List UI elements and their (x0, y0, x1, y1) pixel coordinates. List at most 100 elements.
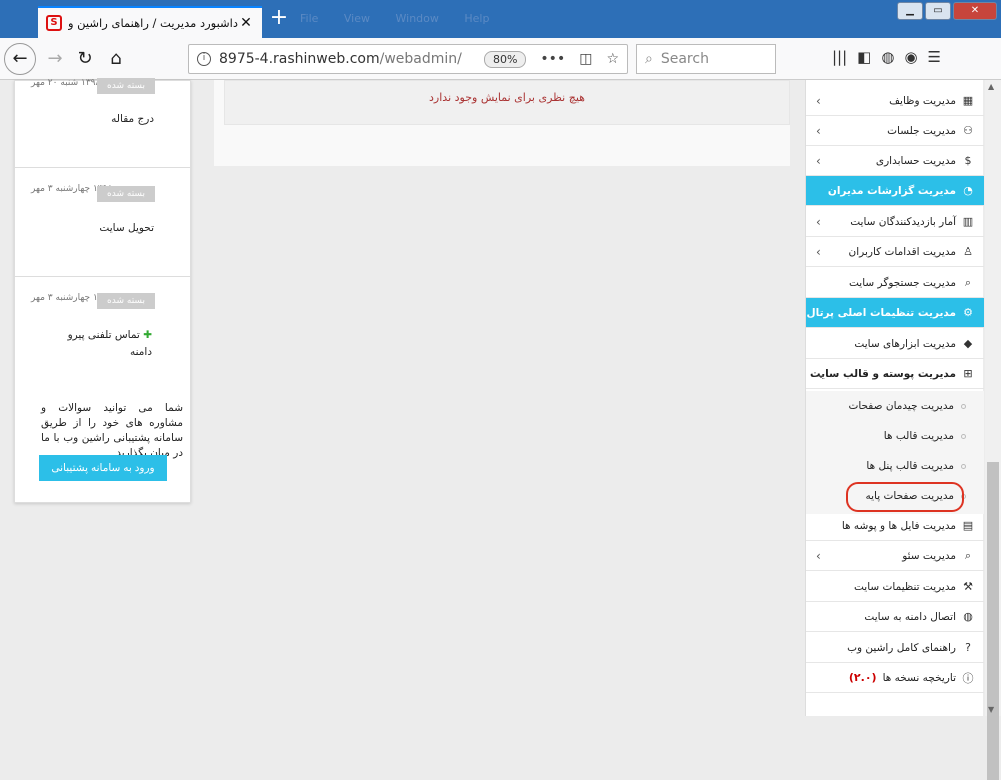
url-text: 8975-4.rashinweb.com/webadmin/ (219, 51, 476, 67)
sidebar-item-label: مدیریت تنظیمات سایت (853, 580, 956, 593)
support-login-button[interactable]: ورود به سامانه پشتیبانی (39, 455, 167, 481)
chevron-left-icon: ‹ (816, 123, 821, 138)
chevron-left-icon: ‹ (816, 153, 821, 168)
list-item[interactable]: ۱۳۹۸ چهارشنبه ۳ مهر بسته شده تحویل سایت (15, 168, 190, 277)
scrollbar-thumb[interactable] (987, 462, 999, 780)
sidebar-item-label: مدیریت اقدامات کاربران (848, 245, 956, 258)
sidebar-item-site-tools[interactable]: مدیریت ابزارهای سایت ◆ (806, 329, 984, 359)
sidebar-item-label: مدیریت ابزارهای سایت (854, 337, 956, 350)
close-window-button[interactable]: ✕ (953, 2, 997, 20)
tab-title: داشبورد مدیریت / راهنمای راشین وب (68, 16, 238, 30)
tab-close-icon[interactable]: ✕ (238, 15, 254, 31)
reload-button[interactable]: ↻ (72, 46, 98, 72)
sidebar-item-label: مدیریت فایل ها و پوشه ها (841, 519, 956, 532)
search-icon: ⌕ (645, 51, 653, 67)
submenu-item-page-layout[interactable]: مدیریت چیدمان صفحات (806, 391, 976, 421)
pie-chart-icon: ◔ (963, 184, 973, 197)
sidebar-toggle-icon[interactable]: ◧ (857, 48, 871, 66)
sidebar-item-visitor-stats[interactable]: ‹ آمار بازدیدکنندگان سایت ▥ (806, 207, 984, 237)
note-title: تحویل سایت (99, 222, 154, 234)
maximize-button[interactable]: ▭ (925, 2, 951, 20)
list-item[interactable]: ۱۳۹۸ چهارشنبه ۳ مهر بسته شده ✚ تماس تلفن… (15, 277, 190, 377)
sidebar-item-label: راهنمای کامل راشین وب (847, 641, 956, 654)
site-info-icon[interactable]: i (197, 52, 211, 66)
sidebar-item-domain[interactable]: اتصال دامنه به سایت ◍ (806, 602, 984, 632)
sidebar-item-theme[interactable]: ⌄ مدیریت پوسته و قالب سایت ⊞ (806, 359, 984, 389)
submenu-label: مدیریت قالب پنل ها (866, 460, 954, 472)
url-host: 8975-4.rashinweb.com (219, 51, 380, 67)
minimize-button[interactable]: ▁ (897, 2, 923, 20)
chevron-down-icon: ⌄ (816, 366, 827, 381)
sidebar-item-label: آمار بازدیدکنندگان سایت (850, 215, 956, 228)
submenu-item-panel-templates[interactable]: مدیریت قالب پنل ها (806, 451, 976, 481)
globe-icon[interactable]: ◍ (881, 48, 894, 66)
new-tab-button[interactable]: + (268, 7, 290, 30)
note-date: ۱۳۹۸ شنبه ۲۰ مهر (31, 78, 101, 88)
sidebar-item-version-history[interactable]: (۲.۰) تاریخچه نسخه ها ⓘ (806, 663, 984, 693)
notes-panel: ۱۳۹۸ شنبه ۲۰ مهر بسته شده درج مقاله ۱۳۹۸… (14, 78, 191, 503)
sidebar-item-label: مدیریت حسابداری (875, 154, 956, 167)
page-actions-icon[interactable]: ••• (540, 51, 565, 67)
scroll-up-icon[interactable]: ▲ (988, 82, 994, 91)
url-bar[interactable]: i 8975-4.rashinweb.com/webadmin/ 80% •••… (188, 44, 628, 74)
forward-button[interactable]: → (42, 46, 68, 72)
url-path: /webadmin/ (379, 51, 462, 67)
toolbar-icons: ||| ◧ ◍ ◉ ☰ (832, 48, 941, 66)
sidebar-item-site-settings[interactable]: مدیریت تنظیمات سایت ⚒ (806, 572, 984, 602)
bullet-icon (961, 434, 966, 439)
chevron-left-icon: ‹ (816, 244, 821, 259)
pocket-icon[interactable]: ◫ (579, 51, 592, 67)
search-placeholder: Search (660, 51, 709, 67)
users-icon: ⚇ (963, 124, 973, 137)
sidebar-item-label: مدیریت تنظیمات اصلی پرتال (806, 306, 956, 319)
sidebar-item-site-search[interactable]: مدیریت جستجوگر سایت ⌕ (806, 268, 984, 298)
note-title: درج مقاله (111, 113, 154, 125)
empty-comments-message: هیچ نظری برای نمایش وجود ندارد (224, 80, 790, 125)
gear-icon: ⚙ (963, 306, 973, 319)
sidebar-item-portal-settings[interactable]: مدیریت تنظیمات اصلی پرتال ⚙ (806, 298, 984, 328)
background-menu: File View Window Help (300, 12, 490, 25)
sidebar-item-label: تاریخچه نسخه ها (882, 671, 956, 684)
submenu-label: مدیریت چیدمان صفحات (848, 400, 954, 412)
sidebar-item-user-actions[interactable]: ‹ مدیریت اقدامات کاربران ♙ (806, 237, 984, 267)
wrench-icon: ⚒ (963, 580, 973, 593)
sidebar-item-label: مدیریت وظایف (889, 94, 956, 107)
zoom-icon: ⌕ (964, 548, 972, 562)
sidebar-menu: ‹ مدیریت وظایف ▦ ‹ مدیریت جلسات ⚇ ‹ مدیریت حس… (805, 80, 984, 716)
window-controls: ▁ ▭ ✕ (897, 2, 997, 20)
status-badge: بسته شده (97, 293, 155, 309)
sidebar-item-guide[interactable]: راهنمای کامل راشین وب? (806, 633, 984, 663)
chevron-left-icon: ‹ (816, 214, 821, 229)
main-content: هیچ نظری برای نمایش وجود ندارد (214, 80, 790, 166)
sidebar-item-label: مدیریت گزارشات مدیران (827, 184, 956, 197)
sidebar-item-files[interactable]: مدیریت فایل ها و پوشه ها ▤ (806, 511, 984, 541)
back-button[interactable]: ← (4, 43, 36, 75)
scroll-down-icon[interactable]: ▼ (988, 705, 994, 714)
chevron-left-icon: ‹ (816, 93, 821, 108)
sidebar-item-seo[interactable]: ‹ مدیریت سئو ⌕ (806, 541, 984, 571)
sidebar-item-manager-reports[interactable]: مدیریت گزارشات مدیران ◔ (806, 176, 984, 206)
zoom-level[interactable]: 80% (483, 50, 527, 68)
dollar-icon: $ (964, 154, 972, 167)
browser-tab[interactable]: S داشبورد مدیریت / راهنمای راشین وب ✕ (38, 6, 262, 38)
home-button[interactable]: ⌂ (103, 46, 129, 72)
bar-chart-icon: ▥ (962, 215, 974, 228)
note-title: ✚ تماس تلفنی پیرو دامنه (62, 327, 152, 361)
bullet-icon (961, 464, 966, 469)
library-icon[interactable]: ||| (832, 48, 847, 66)
bookmark-star-icon[interactable]: ☆ (606, 51, 619, 67)
globe-icon: ◍ (963, 610, 973, 623)
account-icon[interactable]: ◉ (904, 48, 917, 66)
submenu-item-templates[interactable]: مدیریت قالب ها (806, 421, 976, 451)
sidebar-item-tasks[interactable]: ‹ مدیریت وظایف ▦ (806, 86, 984, 116)
search-input[interactable]: ⌕ Search (636, 44, 776, 74)
list-item[interactable]: ۱۳۹۸ شنبه ۲۰ مهر بسته شده درج مقاله (15, 78, 190, 168)
sidebar-item-meetings[interactable]: ‹ مدیریت جلسات ⚇ (806, 116, 984, 146)
menu-icon[interactable]: ☰ (928, 48, 941, 66)
question-icon: ? (965, 641, 971, 654)
sidebar-item-accounting[interactable]: ‹ مدیریت حسابداری $ (806, 146, 984, 176)
user-add-icon: ✚ (143, 329, 152, 341)
scrollbar[interactable]: ▲ ▼ (985, 80, 1001, 780)
sidebar-item-label: مدیریت پوسته و قالب سایت (810, 367, 956, 380)
sidebar-item-label: اتصال دامنه به سایت (864, 610, 956, 623)
